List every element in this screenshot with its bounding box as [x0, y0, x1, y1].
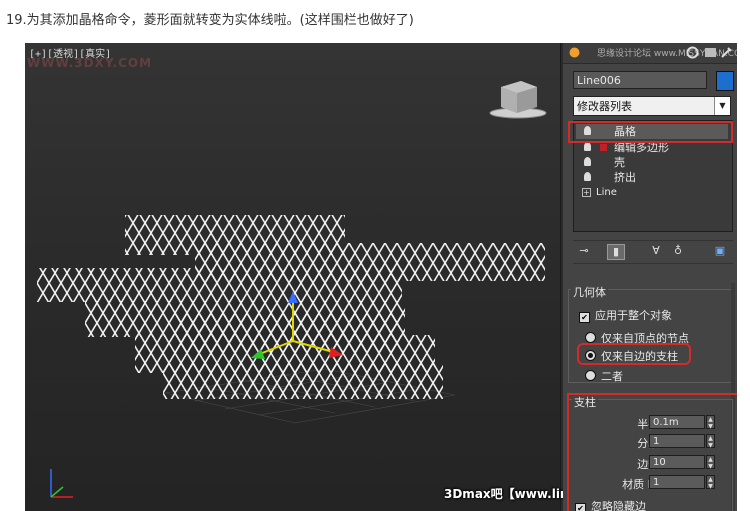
stack-item-shell[interactable]: 壳 [576, 155, 728, 170]
caption-text: 19.为其添加晶格命令，菱形面就转变为实体线啦。(这样围栏也做好了) [6, 13, 414, 28]
lightbulb-icon[interactable] [584, 142, 591, 151]
configure-sets-icon[interactable]: ▣ [713, 244, 727, 258]
motion-tab-icon[interactable] [703, 45, 718, 60]
lattice-fence-model [37, 81, 547, 424]
modifier-list-label: 修改器列表 [577, 100, 632, 113]
command-panel: 思缘设计论坛 www.MISSYUAN.COM Line006 修改器列表 ▼ … [563, 43, 737, 511]
checkbox-box[interactable]: ✔ [579, 312, 590, 323]
radio-button[interactable] [585, 332, 596, 343]
3dsmax-screenshot: [+][透视][真实] WWW.3DXY.COM 3Dmax吧【www.line… [25, 43, 737, 511]
expand-icon[interactable]: + [582, 188, 591, 197]
object-color-swatch[interactable] [716, 71, 734, 91]
apply-whole-object-checkbox[interactable]: ✔ 应用于整个对象 [579, 307, 672, 323]
create-tab-icon[interactable] [567, 45, 582, 60]
axis-tripod-icon [50, 469, 73, 498]
geometry-rollout-title[interactable]: 几何体 [571, 284, 608, 300]
option-both[interactable]: 二者 [585, 368, 623, 384]
radio-button[interactable] [585, 370, 596, 381]
lightbulb-icon[interactable] [584, 172, 591, 181]
show-end-result-icon[interactable]: ▮ [607, 244, 625, 260]
panel-tabs: 思缘设计论坛 www.MISSYUAN.COM [563, 43, 737, 64]
highlight-box-lattice [568, 121, 733, 143]
watermark-text: WWW.3DXY.COM [27, 56, 153, 70]
lightbulb-icon[interactable] [584, 157, 591, 166]
apply-whole-object-label: 应用于整个对象 [595, 309, 672, 322]
stack-toolbar: ⊸ ▮ ∀ ♁ ▣ [573, 240, 733, 264]
remove-modifier-icon[interactable]: ♁ [671, 244, 685, 258]
highlight-box-edge-struts [577, 343, 691, 365]
highlight-box-struts [567, 393, 737, 511]
utilities-tab-icon[interactable] [719, 45, 734, 60]
stack-item-label: Line [596, 187, 617, 198]
perspective-viewport[interactable]: [+][透视][真实] WWW.3DXY.COM 3Dmax吧【www.line… [25, 43, 714, 511]
subobject-icon [600, 144, 607, 151]
modifier-list-dropdown[interactable]: 修改器列表 ▼ [573, 96, 731, 116]
chevron-down-icon[interactable]: ▼ [714, 97, 730, 115]
stack-item-label: 挤出 [614, 171, 636, 184]
make-unique-icon[interactable]: ∀ [649, 244, 663, 258]
option-label: 二者 [601, 370, 623, 383]
display-tab-icon[interactable] [685, 45, 700, 60]
stack-item-line[interactable]: + Line [576, 185, 728, 200]
stack-item-extrude[interactable]: 挤出 [576, 170, 728, 185]
pin-stack-icon[interactable]: ⊸ [577, 244, 591, 258]
object-name-field[interactable]: Line006 [573, 71, 707, 89]
viewcube-icon[interactable] [487, 79, 547, 119]
stack-item-label: 壳 [614, 156, 625, 169]
